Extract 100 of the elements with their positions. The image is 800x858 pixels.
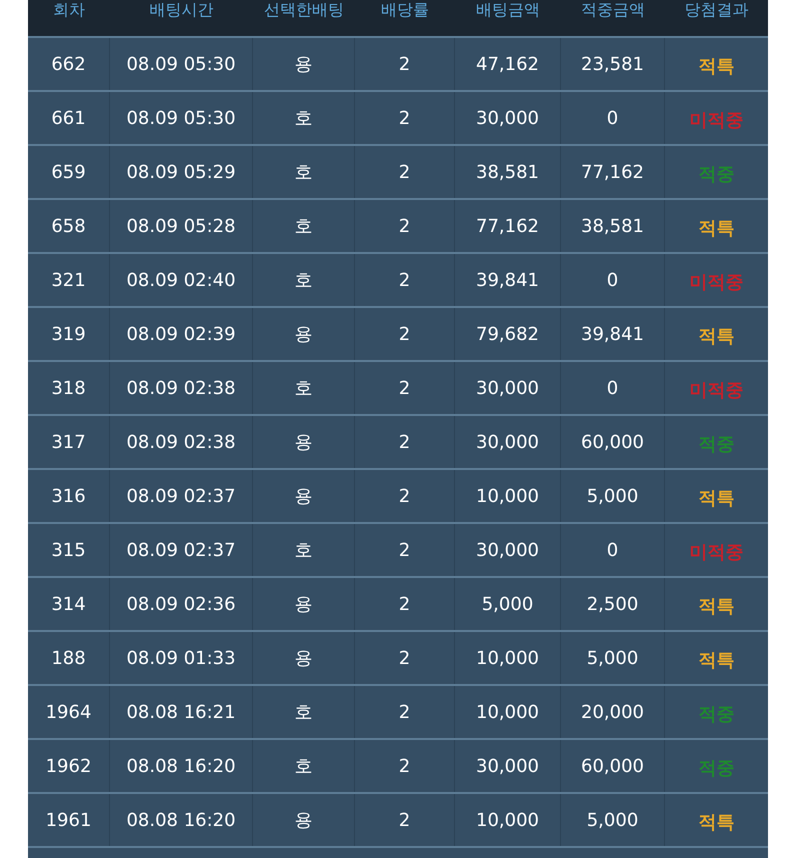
odds-cell: 2 xyxy=(355,200,455,252)
result-label: 미적중 xyxy=(690,379,744,402)
win-amount-cell: 0 xyxy=(561,362,665,414)
odds-cell: 2 xyxy=(355,524,455,576)
result-label: 적특 xyxy=(698,487,734,510)
column-header: 적중금액 xyxy=(581,0,645,20)
odds-cell: 2 xyxy=(355,416,455,468)
time-cell: 08.09 05:29 xyxy=(110,146,253,198)
pick-cell: 호 xyxy=(253,362,355,414)
win-amount-cell: 5,000 xyxy=(561,794,665,846)
win-amount-cell: 0 xyxy=(561,92,665,144)
round-cell: 315 xyxy=(28,524,110,576)
round-cell: 316 xyxy=(28,470,110,522)
time-cell: 08.08 16:20 xyxy=(110,794,253,846)
bet-amount-cell: 10,000 xyxy=(455,686,561,738)
pick-cell: 용 xyxy=(253,416,355,468)
bet-amount-cell: 77,162 xyxy=(455,200,561,252)
bet-amount-cell: 30,000 xyxy=(455,92,561,144)
round-cell: 188 xyxy=(28,632,110,684)
result-label: 적특 xyxy=(698,649,734,672)
bet-amount-cell: 30,000 xyxy=(455,362,561,414)
win-amount-cell: 39,841 xyxy=(561,308,665,360)
round-cell: 662 xyxy=(28,38,110,90)
pick-cell: 호 xyxy=(253,146,355,198)
pick-cell: 호 xyxy=(253,92,355,144)
pick-cell: 호 xyxy=(253,254,355,306)
round-cell: 321 xyxy=(28,254,110,306)
result-label: 미적중 xyxy=(690,541,744,564)
time-cell: 08.09 02:36 xyxy=(110,578,253,630)
win-amount-cell: 5,000 xyxy=(561,632,665,684)
result-label: 적중 xyxy=(698,163,734,186)
time-cell: 08.09 05:30 xyxy=(110,92,253,144)
win-amount-cell: 38,581 xyxy=(561,200,665,252)
bet-amount-cell: 5,000 xyxy=(455,578,561,630)
pick-cell: 용 xyxy=(253,632,355,684)
result-label: 적특 xyxy=(698,325,734,348)
column-header: 당첨결과 xyxy=(684,0,748,20)
pick-cell: 용 xyxy=(253,794,355,846)
odds-cell: 2 xyxy=(355,254,455,306)
odds-cell: 2 xyxy=(355,740,455,792)
pick-cell: 호 xyxy=(253,740,355,792)
bet-amount-cell: 30,000 xyxy=(455,740,561,792)
odds-cell: 2 xyxy=(355,308,455,360)
odds-cell: 2 xyxy=(355,92,455,144)
bet-amount-cell: 30,000 xyxy=(455,524,561,576)
pick-cell: 호 xyxy=(253,524,355,576)
result-label: 적중 xyxy=(698,757,734,780)
win-amount-cell: 23,581 xyxy=(561,38,665,90)
odds-cell: 2 xyxy=(355,794,455,846)
time-cell: 08.09 02:37 xyxy=(110,470,253,522)
column-header: 회차 xyxy=(53,0,85,20)
time-cell: 08.09 02:38 xyxy=(110,362,253,414)
bet-amount-cell: 10,000 xyxy=(455,632,561,684)
round-cell: 314 xyxy=(28,578,110,630)
result-label: 적특 xyxy=(698,217,734,240)
round-cell: 317 xyxy=(28,416,110,468)
time-cell: 08.09 05:30 xyxy=(110,38,253,90)
time-cell: 08.09 02:40 xyxy=(110,254,253,306)
time-cell: 08.09 01:33 xyxy=(110,632,253,684)
result-label: 적특 xyxy=(698,811,734,834)
odds-cell: 2 xyxy=(355,686,455,738)
pick-cell: 용 xyxy=(253,578,355,630)
round-cell: 659 xyxy=(28,146,110,198)
pick-cell: 호 xyxy=(253,200,355,252)
time-cell: 08.09 02:37 xyxy=(110,524,253,576)
result-label: 적특 xyxy=(698,595,734,618)
win-amount-cell: 2,500 xyxy=(561,578,665,630)
odds-cell: 2 xyxy=(355,362,455,414)
win-amount-cell: 60,000 xyxy=(561,416,665,468)
pick-cell: 용 xyxy=(253,38,355,90)
time-cell: 08.09 05:28 xyxy=(110,200,253,252)
result-label: 미적중 xyxy=(690,109,744,132)
column-header: 배당률 xyxy=(381,0,429,20)
pick-cell: 용 xyxy=(253,470,355,522)
win-amount-cell: 0 xyxy=(561,524,665,576)
round-cell: 661 xyxy=(28,92,110,144)
pick-cell: 호 xyxy=(253,686,355,738)
odds-cell: 2 xyxy=(355,632,455,684)
odds-cell: 2 xyxy=(355,38,455,90)
time-cell: 08.09 02:39 xyxy=(110,308,253,360)
win-amount-cell: 77,162 xyxy=(561,146,665,198)
result-label: 적중 xyxy=(698,703,734,726)
round-cell: 319 xyxy=(28,308,110,360)
time-cell: 08.08 16:20 xyxy=(110,740,253,792)
result-label: 적중 xyxy=(698,433,734,456)
column-header: 배팅금액 xyxy=(476,0,540,20)
pick-cell: 용 xyxy=(253,308,355,360)
win-amount-cell: 5,000 xyxy=(561,470,665,522)
round-cell: 1964 xyxy=(28,686,110,738)
bet-amount-cell: 39,841 xyxy=(455,254,561,306)
odds-cell: 2 xyxy=(355,146,455,198)
round-cell: 1962 xyxy=(28,740,110,792)
bet-amount-cell: 47,162 xyxy=(455,38,561,90)
result-label: 적특 xyxy=(698,55,734,78)
odds-cell: 2 xyxy=(355,578,455,630)
odds-cell: 2 xyxy=(355,470,455,522)
win-amount-cell: 60,000 xyxy=(561,740,665,792)
column-header: 선택한배팅 xyxy=(264,0,344,20)
bet-amount-cell: 10,000 xyxy=(455,470,561,522)
bet-amount-cell: 30,000 xyxy=(455,416,561,468)
